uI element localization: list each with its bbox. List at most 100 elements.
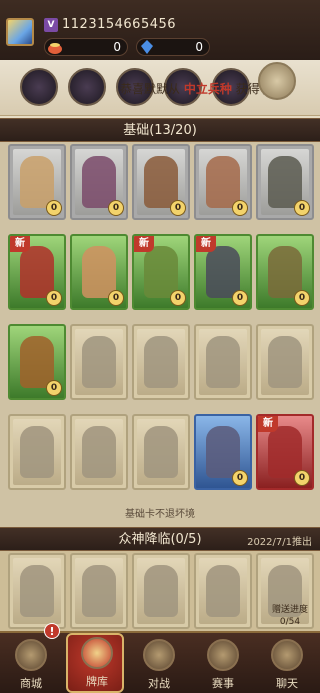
unit-card[interactable] <box>8 414 66 490</box>
gold-resource[interactable]: 0 <box>44 38 128 56</box>
god-figure <box>144 565 178 617</box>
card-level: 0 <box>108 200 124 216</box>
unit-figure <box>82 426 116 478</box>
card-level: 0 <box>232 200 248 216</box>
shop-icon <box>15 639 47 671</box>
unit-card[interactable] <box>132 324 190 400</box>
gift-progress: 赠送进度 0/54 <box>271 605 308 627</box>
nav-label: 对战 <box>148 677 170 690</box>
release-date: 2022/7/1推出 <box>247 537 312 548</box>
card-art <box>137 329 185 395</box>
card-art <box>137 419 185 485</box>
section-title: 众神降临(0/5) <box>118 532 202 547</box>
card-level: 0 <box>46 380 62 396</box>
avatar[interactable] <box>6 18 34 46</box>
god-card[interactable] <box>132 553 190 629</box>
unit-card[interactable]: 0 <box>8 144 66 220</box>
god-icon-1[interactable] <box>20 68 58 106</box>
basic-note: 基础卡不退坏境 <box>125 509 195 520</box>
card-level: 0 <box>232 470 248 486</box>
god-icon-2[interactable] <box>68 68 106 106</box>
god-emblem-icon[interactable] <box>258 62 296 100</box>
god-figure <box>20 565 54 617</box>
card-art <box>13 419 61 485</box>
new-badge: 新 <box>196 236 216 252</box>
unit-card[interactable] <box>256 324 314 400</box>
card-level: 0 <box>294 290 310 306</box>
unit-figure <box>82 336 116 388</box>
vip-icon: V <box>44 18 58 32</box>
section-header-basic: 基础(13/20) <box>0 118 320 142</box>
card-level: 0 <box>170 200 186 216</box>
gold-value: 0 <box>113 40 121 54</box>
chat-fist-icon <box>271 639 303 671</box>
unit-card[interactable]: 0 <box>256 234 314 310</box>
unit-card[interactable]: 0 <box>8 324 66 400</box>
unit-card[interactable] <box>132 414 190 490</box>
nav-label: 商城 <box>20 677 42 690</box>
gold-pot-icon <box>48 43 62 54</box>
unit-card[interactable]: 0 <box>194 414 252 490</box>
unit-figure <box>268 336 302 388</box>
new-badge: 新 <box>258 416 278 432</box>
nav-label: 赛事 <box>212 677 234 690</box>
nav-item-chat-fist[interactable]: 聊天 <box>258 637 316 693</box>
unit-card[interactable]: 0 <box>70 144 128 220</box>
card-level: 0 <box>170 290 186 306</box>
god-card[interactable] <box>194 553 252 629</box>
unit-card[interactable] <box>70 324 128 400</box>
card-level: 0 <box>294 200 310 216</box>
unit-card[interactable]: 新0 <box>132 234 190 310</box>
player-uid: 1123154665456 <box>62 17 177 32</box>
god-figure <box>206 565 240 617</box>
nav-item-shop[interactable]: 商城 <box>2 637 60 693</box>
unit-card[interactable]: 0 <box>70 234 128 310</box>
card-level: 0 <box>108 290 124 306</box>
top-bar: V 1123154665456 0 0 <box>0 0 320 60</box>
unit-figure <box>144 426 178 478</box>
card-art <box>75 558 123 624</box>
crystal-value: 0 <box>195 40 203 54</box>
unit-card[interactable]: 新0 <box>8 234 66 310</box>
card-art <box>137 558 185 624</box>
basic-card-grid: 00000新00新0新0000新0 <box>0 142 320 527</box>
unit-figure <box>144 336 178 388</box>
unit-figure <box>206 336 240 388</box>
god-figure <box>82 565 116 617</box>
card-art <box>199 329 247 395</box>
crystal-icon <box>141 40 153 54</box>
nav-item-trophy[interactable]: 赛事 <box>194 637 252 693</box>
card-art <box>75 329 123 395</box>
card-art <box>199 558 247 624</box>
unit-figure <box>20 426 54 478</box>
new-badge: 新 <box>10 236 30 252</box>
card-level: 0 <box>46 290 62 306</box>
crossed-swords-icon <box>143 639 175 671</box>
unit-card[interactable]: 0 <box>194 144 252 220</box>
new-badge: 新 <box>134 236 154 252</box>
card-level: 0 <box>46 200 62 216</box>
crystal-resource[interactable]: 0 <box>136 38 210 56</box>
bottom-nav: 商城 牌库 对战 赛事 聊天 <box>0 631 320 693</box>
nav-item-card-library[interactable]: 牌库 <box>66 633 124 693</box>
unit-card[interactable]: 0 <box>132 144 190 220</box>
card-art <box>75 419 123 485</box>
nav-label: 牌库 <box>86 675 108 688</box>
unit-card[interactable] <box>194 324 252 400</box>
nav-label: 聊天 <box>276 677 298 690</box>
section-title: 基础(13/20) <box>123 123 197 138</box>
unit-card[interactable]: 新0 <box>256 414 314 490</box>
unit-card[interactable]: 新0 <box>194 234 252 310</box>
nav-item-crossed-swords[interactable]: 对战 <box>130 637 188 693</box>
card-art <box>261 329 309 395</box>
card-level: 0 <box>294 470 310 486</box>
card-art <box>13 558 61 624</box>
card-level: 0 <box>232 290 248 306</box>
unit-card[interactable]: 0 <box>256 144 314 220</box>
god-card[interactable] <box>8 553 66 629</box>
unit-card[interactable] <box>70 414 128 490</box>
god-card[interactable] <box>70 553 128 629</box>
notification-badge: ! <box>44 623 60 639</box>
trophy-icon <box>207 639 239 671</box>
section-header-gods: 众神降临(0/5) 2022/7/1推出 <box>0 527 320 551</box>
